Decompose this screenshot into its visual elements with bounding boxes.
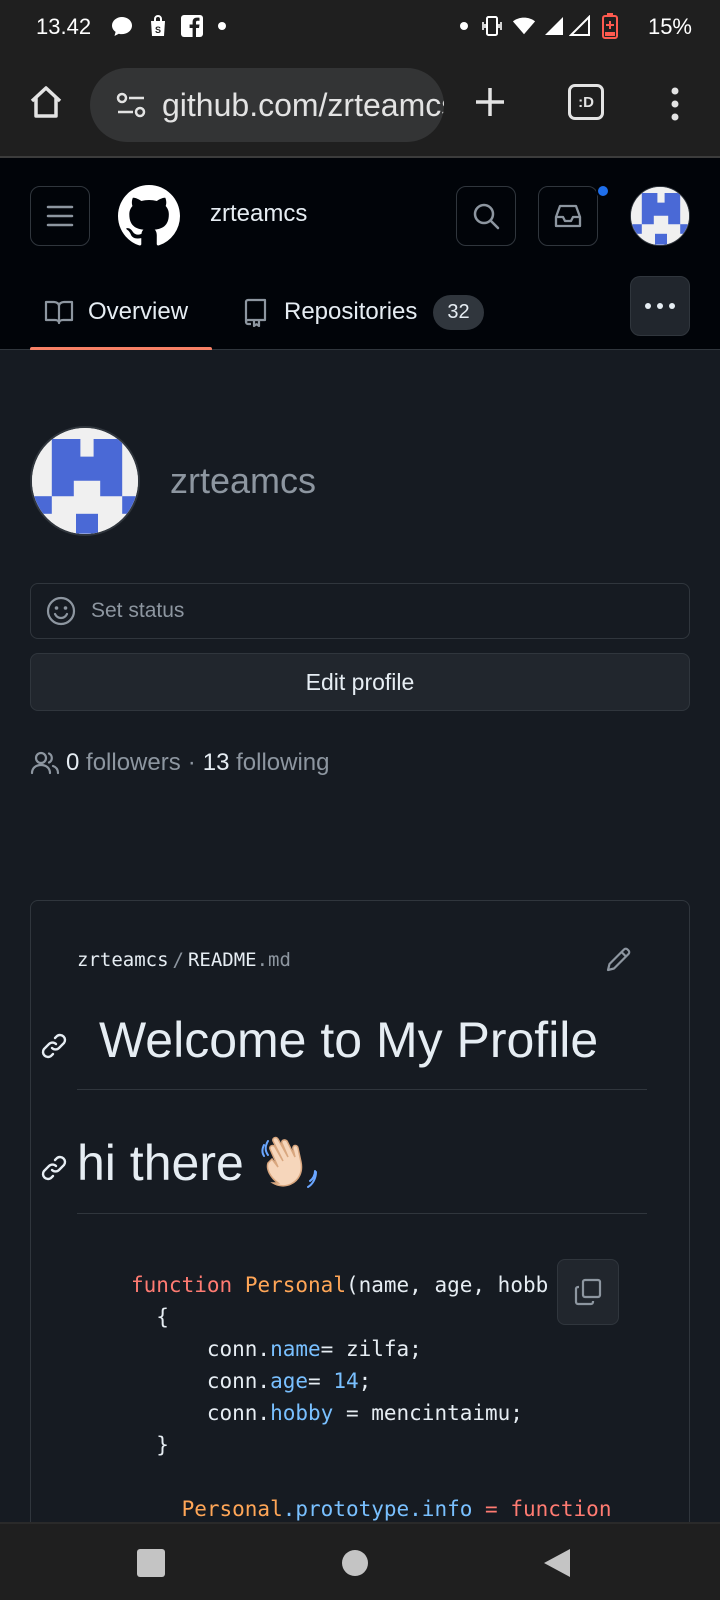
profile-section: zrteamcs Set status Edit profile 0 follo…	[0, 350, 720, 1540]
status-time: 13.42	[36, 14, 92, 39]
profile-avatar[interactable]	[30, 426, 140, 536]
following-link[interactable]: 13 following	[203, 749, 330, 777]
readme-filename[interactable]: README	[188, 949, 257, 971]
url-bar[interactable]: github.com/zrteamcs	[90, 68, 444, 142]
repositories-count-badge: 32	[433, 294, 484, 330]
back-icon[interactable]	[540, 1546, 574, 1580]
code-token: .prototype.info	[282, 1497, 473, 1521]
url-text: github.com/zrteamcs	[162, 86, 444, 123]
copy-code-button[interactable]	[557, 1259, 619, 1325]
github-header: zrteamcs Overview Repositories 32	[0, 158, 720, 351]
followers-link[interactable]: 0 followers	[66, 749, 181, 777]
battery-percent: 15%	[647, 14, 692, 39]
repo-icon	[244, 298, 267, 327]
readme-card: zrteamcs / README.md Welcome to My Profile…	[30, 900, 690, 1540]
smiley-icon	[46, 596, 76, 626]
following-label: following	[236, 749, 330, 776]
tab-overview[interactable]: Overview	[44, 276, 188, 348]
profile-username: zrteamcs	[170, 460, 317, 501]
facebook-icon	[180, 14, 204, 38]
book-icon	[44, 300, 74, 325]
divider	[77, 1213, 647, 1214]
dot-icon	[452, 14, 476, 38]
site-settings-icon[interactable]	[114, 90, 148, 120]
recents-icon[interactable]	[134, 1546, 168, 1580]
tab-switcher-button[interactable]: :D	[568, 84, 604, 120]
inbox-button[interactable]	[538, 186, 598, 246]
avatar[interactable]	[630, 186, 690, 246]
anchor-link-icon[interactable]	[39, 1153, 69, 1183]
code-line: {	[131, 1305, 169, 1329]
code-token: (name, age, hobb	[345, 1273, 549, 1297]
edit-readme-icon[interactable]	[603, 943, 635, 975]
set-status-button[interactable]: Set status	[30, 583, 690, 639]
home-icon[interactable]	[26, 82, 66, 122]
battery-icon	[598, 13, 622, 39]
code-token: function	[510, 1497, 612, 1521]
follow-stats: 0 followers · 13 following	[30, 748, 330, 778]
anchor-link-icon[interactable]	[39, 1031, 69, 1061]
code-token: Personal	[244, 1273, 346, 1297]
code-token: = zilfa;	[320, 1337, 422, 1361]
code-token: name	[270, 1337, 321, 1361]
code-token: function	[131, 1273, 233, 1297]
browser-toolbar: github.com/zrteamcs :D	[0, 54, 720, 158]
tab-label: Repositories	[284, 298, 418, 325]
tab-label: Overview	[88, 298, 189, 325]
more-tabs-button[interactable]	[630, 276, 690, 336]
kebab-horizontal-icon	[645, 303, 675, 309]
code-token: age	[270, 1369, 309, 1393]
vibrate-icon	[480, 14, 504, 38]
svg-text:S: S	[155, 25, 161, 35]
home-nav-icon[interactable]	[338, 1546, 372, 1580]
github-logo-icon[interactable]	[118, 185, 180, 247]
path-separator: /	[172, 949, 184, 971]
follow-separator: ·	[187, 749, 196, 776]
more-options-icon[interactable]	[660, 84, 690, 124]
readme-heading-2: hi there	[77, 1135, 244, 1191]
code-token: 14	[333, 1369, 359, 1393]
search-icon	[473, 203, 500, 230]
code-token: hobby	[270, 1401, 334, 1425]
waving-hand-icon	[261, 1136, 317, 1188]
copy-icon	[574, 1278, 602, 1306]
menu-icon	[46, 205, 74, 227]
code-token: = mencintaimu;	[333, 1401, 523, 1425]
following-count: 13	[202, 749, 230, 776]
notification-dot	[596, 184, 610, 198]
status-bar: 13.42 S 15%	[0, 0, 720, 54]
wifi-icon	[512, 14, 536, 38]
code-token: conn.	[131, 1401, 271, 1425]
code-token: Personal	[181, 1497, 283, 1521]
code-token: conn.	[131, 1369, 271, 1393]
dot-icon	[210, 14, 234, 38]
new-tab-icon[interactable]	[470, 82, 510, 122]
shop-icon: S	[146, 14, 170, 38]
tab-repositories[interactable]: Repositories 32	[240, 276, 484, 348]
signal-icon	[542, 14, 566, 38]
system-nav-bar	[0, 1522, 720, 1600]
signal-icon	[568, 14, 592, 38]
readme-heading-1: Welcome to My Profile	[99, 1012, 599, 1068]
edit-profile-button[interactable]: Edit profile	[30, 653, 690, 711]
people-icon	[30, 751, 60, 775]
message-icon	[110, 14, 134, 38]
hamburger-menu-button[interactable]	[30, 186, 90, 246]
set-status-label: Set status	[91, 599, 185, 622]
inbox-icon	[554, 204, 582, 228]
code-token: conn.	[131, 1337, 271, 1361]
divider	[77, 1089, 647, 1090]
followers-label: followers	[86, 749, 181, 776]
code-token: =	[472, 1497, 511, 1521]
code-token: ;	[358, 1369, 372, 1393]
readme-extension: .md	[256, 949, 291, 971]
readme-path: zrteamcs / README.md	[77, 949, 291, 971]
code-line: }	[131, 1433, 169, 1457]
search-button[interactable]	[456, 186, 516, 246]
readme-owner[interactable]: zrteamcs	[77, 949, 169, 971]
code-token: =	[308, 1369, 334, 1393]
followers-count: 0	[66, 749, 80, 776]
header-username[interactable]: zrteamcs	[210, 200, 307, 228]
